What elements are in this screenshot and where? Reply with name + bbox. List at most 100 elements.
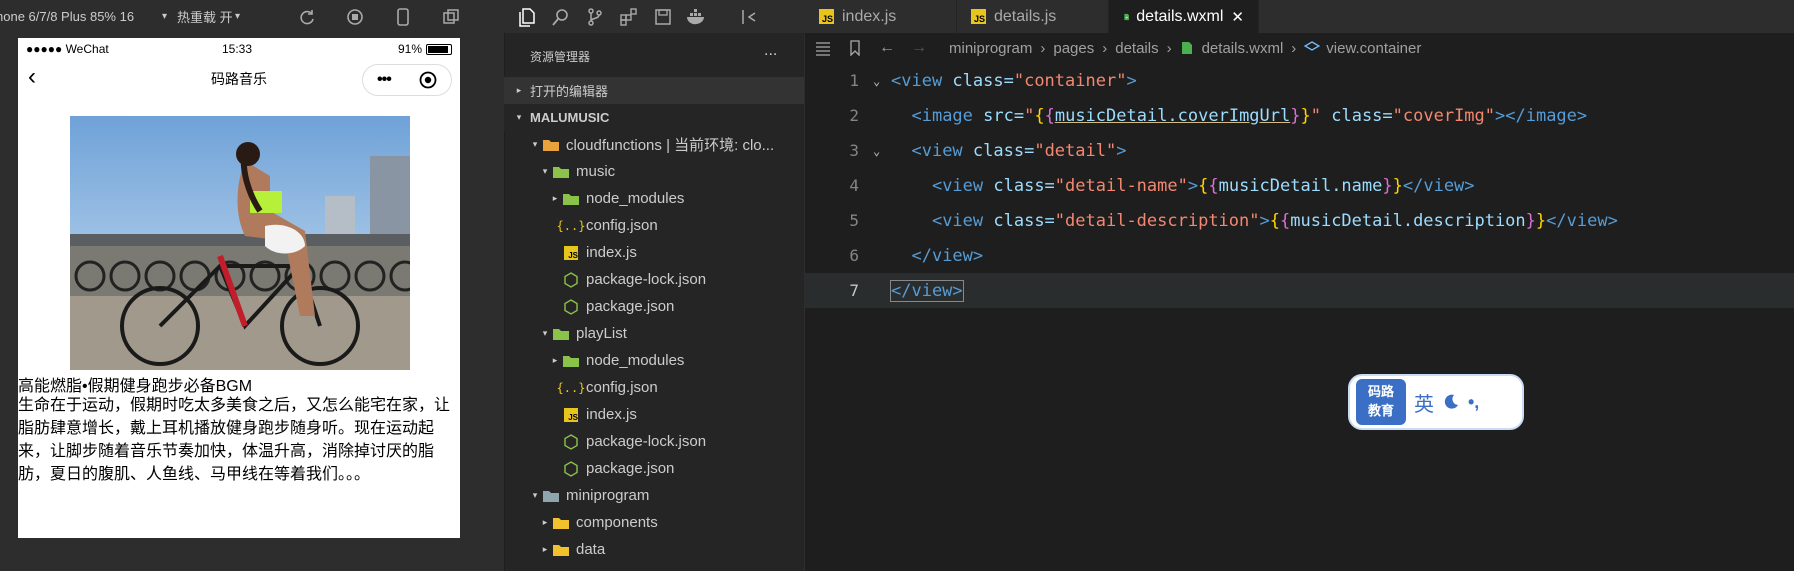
fold-chevron-icon[interactable]: ⌄ xyxy=(873,144,891,158)
code-line[interactable]: 2 <image src="{{musicDetail.coverImgUrl}… xyxy=(805,98,1794,133)
tree-item-label: miniprogram xyxy=(566,487,650,504)
tree-item[interactable]: ▾ cloudfunctions | 当前环境: clo... xyxy=(504,131,804,158)
breadcrumb-item[interactable]: details.wxml xyxy=(1202,40,1284,57)
ime-language-toggle[interactable]: 英 xyxy=(1414,388,1434,417)
close-tab-icon[interactable]: ✕ xyxy=(1231,8,1244,26)
breadcrumb-separator-icon: › xyxy=(1166,39,1172,57)
code-line[interactable]: 4 <view class="detail-name">{{musicDetai… xyxy=(805,168,1794,203)
code-token: > xyxy=(1187,175,1199,196)
device-dropdown-icon[interactable]: ▾ xyxy=(162,11,167,22)
tree-item[interactable]: ▾ miniprogram xyxy=(504,482,804,509)
tree-item-label: index.js xyxy=(586,406,637,423)
folder-green-icon xyxy=(562,353,580,369)
refresh-icon[interactable] xyxy=(298,8,316,26)
tree-item[interactable]: {..} config.json xyxy=(504,212,804,239)
bookmark-icon[interactable] xyxy=(847,40,863,56)
tree-item[interactable]: package.json xyxy=(504,293,804,320)
ime-toolbar[interactable]: 码路 教育 英 •, xyxy=(1348,374,1524,430)
tree-item-label: package-lock.json xyxy=(586,271,707,288)
tree-item[interactable]: package.json xyxy=(504,455,804,482)
tree-item-label: node_modules xyxy=(586,190,685,207)
tree-item-label: data xyxy=(576,541,606,558)
battery-percent: 91% xyxy=(397,42,422,56)
carrier-label: ●●●●● WeChat xyxy=(26,42,109,56)
ime-punctuation-toggle[interactable]: •, xyxy=(1468,392,1479,413)
battery-fill xyxy=(428,45,449,53)
tree-item[interactable]: ▸ node_modules xyxy=(504,347,804,374)
code-token: <view xyxy=(931,210,994,231)
source-control-icon[interactable] xyxy=(584,6,606,28)
chevron-down-icon: ▾ xyxy=(542,166,548,176)
breadcrumb-item[interactable]: details xyxy=(1115,40,1158,57)
code-token: class= xyxy=(952,70,1014,91)
code-token: "detail-description" xyxy=(1054,210,1260,231)
tree-item[interactable]: JS index.js xyxy=(504,239,804,266)
tree-item-label: index.js xyxy=(586,244,637,261)
tree-item-label: components xyxy=(576,514,658,531)
device-selector[interactable]: hone 6/7/8 Plus 85% 16 xyxy=(0,9,170,24)
tab-label: index.js xyxy=(842,7,897,25)
code-token: </view> xyxy=(1546,210,1618,231)
close-miniprogram-icon[interactable] xyxy=(419,71,437,89)
tree-item-label: package-lock.json xyxy=(586,433,707,450)
tree-item[interactable]: package-lock.json xyxy=(504,428,804,455)
breadcrumb-item[interactable]: miniprogram xyxy=(949,40,1032,57)
phone-icon[interactable] xyxy=(394,7,412,26)
stop-icon[interactable] xyxy=(346,8,364,26)
save-icon[interactable] xyxy=(652,6,674,28)
tree-item[interactable]: JS index.js xyxy=(504,401,804,428)
tree-item[interactable]: {..} config.json xyxy=(504,374,804,401)
package-icon xyxy=(562,460,580,477)
code-line[interactable]: 3 ⌄ <view class="detail"> xyxy=(805,133,1794,168)
search-icon[interactable] xyxy=(550,6,572,28)
chevron-right-icon: ▸ xyxy=(552,355,558,365)
tree-item-label: cloudfunctions | 当前环境: clo... xyxy=(566,137,775,154)
breadcrumb-item[interactable]: pages xyxy=(1053,40,1094,57)
hot-reload-dropdown-icon[interactable]: ▾ xyxy=(235,11,240,22)
code-token: </view> xyxy=(1402,175,1475,196)
tree-item-label: config.json xyxy=(586,217,658,234)
list-icon[interactable] xyxy=(815,40,831,56)
more-dots-icon[interactable]: ••• xyxy=(377,71,392,89)
ime-logo-text: 教育 xyxy=(1367,403,1394,418)
hot-reload-toggle[interactable]: 热重载 开 xyxy=(177,7,267,26)
tree-item[interactable]: ▾ playList xyxy=(504,320,804,347)
nav-bar: ‹ 码路音乐 ••• xyxy=(18,60,460,98)
code-line[interactable]: 5 <view class="detail-description">{{mus… xyxy=(805,203,1794,238)
chevron-down-icon: ▾ xyxy=(542,328,548,338)
tree-item[interactable]: ▸ components xyxy=(504,509,804,536)
moon-icon[interactable] xyxy=(1442,393,1460,411)
line-number: 7 xyxy=(849,281,859,300)
chevron-right-icon: ▸ xyxy=(516,85,522,95)
fold-chevron-icon[interactable]: ⌄ xyxy=(873,74,891,88)
code-line[interactable]: 1 ⌄ <view class="container"> xyxy=(805,63,1794,98)
code-token: " xyxy=(1310,105,1321,126)
tab-details-js[interactable]: JS details.js xyxy=(957,0,1109,33)
tree-item[interactable]: ▸ data xyxy=(504,536,804,563)
tree-item[interactable]: ▸ node_modules xyxy=(504,185,804,212)
folder-blue-icon xyxy=(542,488,560,504)
back-icon[interactable]: ← xyxy=(879,39,895,57)
open-editors-section[interactable]: ▸ 打开的编辑器 xyxy=(504,77,804,104)
tab-index-js[interactable]: JS index.js xyxy=(805,0,957,33)
folder-green-icon xyxy=(552,164,570,180)
docker-icon[interactable] xyxy=(686,6,708,28)
collapse-panel-icon[interactable] xyxy=(738,6,760,28)
project-section[interactable]: ▾ MALUMUSIC xyxy=(504,104,804,131)
breadcrumb-item[interactable]: view.container xyxy=(1326,40,1421,57)
forward-icon[interactable]: → xyxy=(911,39,927,57)
files-icon[interactable] xyxy=(516,6,538,28)
code-token: > xyxy=(1259,210,1270,231)
extensions-icon[interactable] xyxy=(618,6,640,28)
line-number: 4 xyxy=(849,176,859,195)
tree-item[interactable]: package-lock.json xyxy=(504,266,804,293)
tree-item[interactable]: ▾ music xyxy=(504,158,804,185)
code-line-current[interactable]: 7 </view> xyxy=(805,273,1794,308)
tab-details-wxml[interactable]: details.wxml ✕ xyxy=(1109,0,1259,33)
chevron-down-icon: ▾ xyxy=(532,139,538,149)
code-token: "coverImg" xyxy=(1392,105,1496,126)
code-line[interactable]: 6 </view> xyxy=(805,238,1794,273)
window-icon[interactable] xyxy=(442,8,460,26)
more-actions-icon[interactable]: ... xyxy=(764,42,777,60)
code-token: <view xyxy=(891,70,953,91)
